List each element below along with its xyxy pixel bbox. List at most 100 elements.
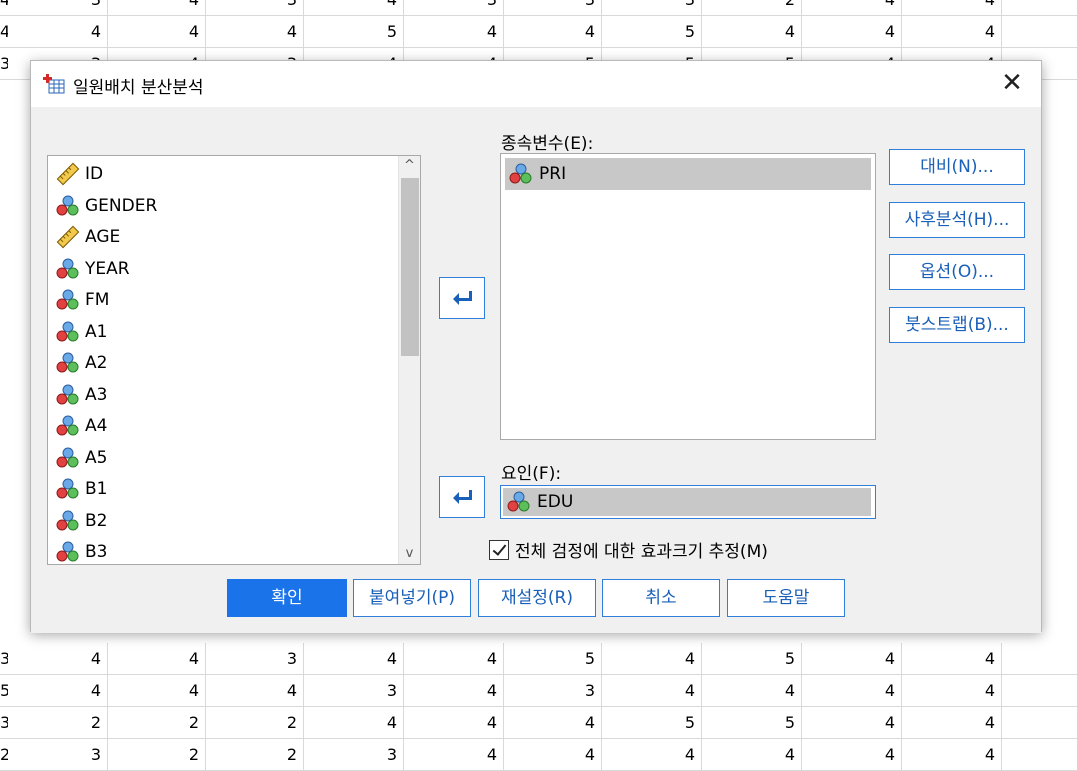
table-cell[interactable]: 3 <box>304 739 404 771</box>
table-cell[interactable]: 2 <box>702 0 802 16</box>
table-cell[interactable]: 5 <box>602 16 702 48</box>
move-factor-button[interactable] <box>439 476 485 518</box>
table-cell[interactable]: 4 <box>8 16 108 48</box>
table-cell[interactable]: 2 <box>206 707 304 739</box>
table-cell[interactable]: 3 <box>206 643 304 675</box>
table-cell[interactable]: 4 <box>504 707 602 739</box>
effect-size-checkbox-row[interactable]: 전체 검정에 대한 효과크기 추정(M) <box>489 537 768 562</box>
table-cell[interactable]: 5 <box>602 707 702 739</box>
help-button[interactable]: 도움말 <box>727 579 845 617</box>
table-cell[interactable]: 2 <box>206 739 304 771</box>
table-cell[interactable]: 3 <box>602 0 702 16</box>
table-cell[interactable]: 4 <box>504 739 602 771</box>
scroll-down-icon[interactable]: v <box>399 544 420 564</box>
table-cell[interactable]: 4 <box>304 707 404 739</box>
table-cell[interactable]: 4 <box>902 675 1002 707</box>
table-cell[interactable]: 4 <box>802 739 902 771</box>
scale-icon <box>56 162 80 186</box>
list-item[interactable]: A4 <box>56 412 107 440</box>
vertical-scrollbar[interactable]: ^ v <box>398 156 420 564</box>
bootstrap-button[interactable]: 붓스트랩(B)... <box>889 307 1025 343</box>
table-cell[interactable]: 4 <box>404 16 504 48</box>
table-cell[interactable]: 4 <box>702 739 802 771</box>
ok-button[interactable]: 확인 <box>227 579 347 617</box>
table-cell[interactable]: 2 <box>8 707 108 739</box>
table-cell[interactable]: 5 <box>702 643 802 675</box>
effect-size-checkbox[interactable] <box>489 539 509 560</box>
table-cell[interactable]: 2 <box>108 739 206 771</box>
table-cell[interactable]: 4 <box>8 643 108 675</box>
list-item[interactable]: B2 <box>56 507 107 535</box>
paste-button[interactable]: 붙여넣기(P) <box>353 579 471 617</box>
table-cell[interactable]: 4 <box>8 675 108 707</box>
post-hoc-button[interactable]: 사후분석(H)... <box>889 202 1025 238</box>
move-dependent-button[interactable] <box>439 277 485 319</box>
list-item[interactable]: B1 <box>56 475 107 503</box>
dialog-titlebar[interactable]: 일원배치 분산분석 ✕ <box>31 61 1041 107</box>
table-cell[interactable]: 4 <box>902 0 1002 16</box>
dependent-variable-list[interactable]: PRI <box>500 153 876 440</box>
table-cell[interactable]: 3 <box>404 0 504 16</box>
table-cell[interactable]: 4 <box>902 739 1002 771</box>
table-cell[interactable]: 4 <box>108 675 206 707</box>
reset-button[interactable]: 재설정(R) <box>478 579 596 617</box>
table-cell[interactable]: 4 <box>602 739 702 771</box>
table-cell[interactable]: 2 <box>108 707 206 739</box>
table-cell[interactable]: 4 <box>206 675 304 707</box>
list-item[interactable]: A1 <box>56 318 107 346</box>
list-item[interactable]: FM <box>56 286 109 314</box>
table-cell[interactable]: 4 <box>108 643 206 675</box>
table-cell[interactable]: 4 <box>802 16 902 48</box>
table-cell[interactable]: 4 <box>404 707 504 739</box>
table-cell[interactable]: 4 <box>802 675 902 707</box>
table-cell[interactable]: 4 <box>802 643 902 675</box>
table-cell[interactable]: 4 <box>602 643 702 675</box>
table-cell[interactable]: 5 <box>304 16 404 48</box>
table-cell[interactable]: 4 <box>802 0 902 16</box>
table-cell[interactable]: 4 <box>404 643 504 675</box>
list-item[interactable]: ID <box>56 160 103 188</box>
row-number: 3 <box>0 54 8 73</box>
table-cell[interactable]: 4 <box>602 675 702 707</box>
table-cell[interactable]: 5 <box>702 707 802 739</box>
list-item[interactable]: A3 <box>56 381 107 409</box>
scrollbar-thumb[interactable] <box>401 178 419 356</box>
table-cell[interactable]: 4 <box>206 16 304 48</box>
table-cell[interactable]: 4 <box>108 0 206 16</box>
source-variable-list[interactable]: ID GENDER AGE YEAR FM A1 A2 A3 A4 A5 B1 … <box>47 155 421 565</box>
variable-name: GENDER <box>85 196 158 216</box>
table-cell[interactable]: 4 <box>108 16 206 48</box>
list-item[interactable]: B3 <box>56 538 107 564</box>
table-cell[interactable]: 3 <box>304 675 404 707</box>
table-cell[interactable]: 4 <box>902 707 1002 739</box>
table-cell[interactable]: 4 <box>802 707 902 739</box>
table-cell[interactable]: 3 <box>8 0 108 16</box>
table-cell[interactable]: 4 <box>702 675 802 707</box>
table-cell[interactable]: 4 <box>702 16 802 48</box>
table-cell[interactable]: 4 <box>902 16 1002 48</box>
scroll-up-icon[interactable]: ^ <box>399 156 420 176</box>
table-cell[interactable]: 3 <box>206 0 304 16</box>
table-cell[interactable]: 3 <box>504 0 602 16</box>
table-cell[interactable]: 3 <box>504 675 602 707</box>
list-item[interactable]: GENDER <box>56 192 157 220</box>
table-cell[interactable]: 4 <box>304 0 404 16</box>
table-cell[interactable]: 3 <box>8 739 108 771</box>
factor-item[interactable]: EDU <box>503 488 871 516</box>
options-button[interactable]: 옵션(O)... <box>889 254 1025 290</box>
cancel-button[interactable]: 취소 <box>602 579 720 617</box>
table-cell[interactable]: 4 <box>404 739 504 771</box>
table-cell[interactable]: 4 <box>902 643 1002 675</box>
table-cell[interactable]: 4 <box>304 643 404 675</box>
close-icon[interactable]: ✕ <box>997 69 1027 99</box>
table-cell[interactable]: 4 <box>404 675 504 707</box>
contrasts-button[interactable]: 대비(N)... <box>889 149 1025 185</box>
factor-field[interactable]: EDU <box>500 485 876 519</box>
list-item[interactable]: A2 <box>56 349 107 377</box>
list-item[interactable]: AGE <box>56 223 120 251</box>
list-item[interactable]: A5 <box>56 444 107 472</box>
list-item[interactable]: PRI <box>505 158 871 190</box>
table-cell[interactable]: 5 <box>504 643 602 675</box>
list-item[interactable]: YEAR <box>56 255 130 283</box>
table-cell[interactable]: 4 <box>504 16 602 48</box>
